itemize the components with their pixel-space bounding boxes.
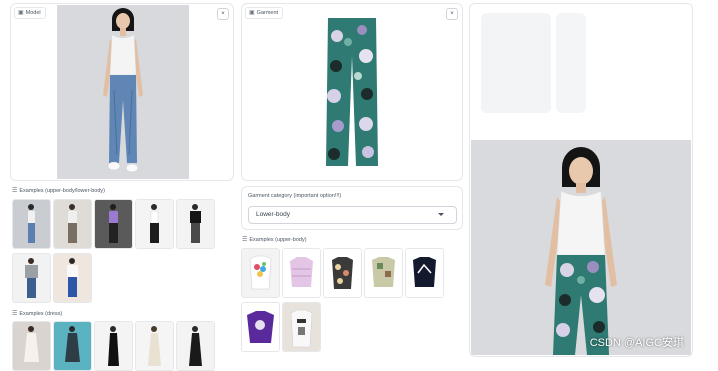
output-image-panel: ⤓ × CSDN @AIGC安琪 (469, 3, 693, 357)
garment-category-block: Garment category (important option!!!) L… (241, 186, 463, 230)
examples-upper-heading: ☰ Examples (upper-body) (242, 236, 307, 244)
model-photo (57, 5, 189, 179)
list-icon: ☰ (12, 188, 18, 194)
example-dress-2[interactable] (53, 321, 92, 371)
example-dress-2-image (54, 322, 91, 370)
example-dress-1-image (13, 322, 50, 370)
example-garment-2-image (283, 249, 320, 297)
example-model-4[interactable] (135, 199, 174, 249)
example-dress-4[interactable] (135, 321, 174, 371)
example-model-2[interactable] (53, 199, 92, 249)
example-model-6[interactable] (12, 253, 51, 303)
examples-upper-lower-label: Examples (upper-body/lower-body) (19, 187, 105, 194)
image-icon: ▣ (18, 10, 24, 16)
garment-clear-button[interactable]: × (446, 8, 458, 20)
garment-category-dropdown[interactable]: Lower-body (248, 206, 457, 224)
example-model-7[interactable] (53, 253, 92, 303)
example-garment-5-image (406, 249, 443, 297)
example-dress-4-image (136, 322, 173, 370)
example-garment-4-image (365, 249, 402, 297)
example-model-7-image (54, 254, 91, 302)
example-garment-6-image (242, 303, 279, 351)
example-model-5[interactable] (176, 199, 215, 249)
example-garment-2[interactable] (282, 248, 321, 298)
output-photo (471, 5, 691, 355)
example-dress-5-image (177, 322, 214, 370)
example-model-3[interactable] (94, 199, 133, 249)
example-garment-4[interactable] (364, 248, 403, 298)
examples-upper-lower-heading: ☰ Examples (upper-body/lower-body) (12, 187, 105, 195)
examples-dress-label: Examples (dress) (19, 310, 63, 317)
garment-category-value: Lower-body (256, 211, 290, 218)
model-image-panel[interactable]: ▣ Model × (10, 3, 234, 181)
image-icon: ▣ (249, 10, 255, 16)
example-garment-7[interactable] (282, 302, 321, 352)
example-garment-6[interactable] (241, 302, 280, 352)
example-garment-7-image (283, 303, 320, 351)
garment-image-panel[interactable]: ▣ Garment × (241, 3, 463, 181)
example-model-3-image (95, 200, 132, 248)
chevron-down-icon (438, 213, 444, 216)
model-clear-button[interactable]: × (217, 8, 229, 20)
list-icon: ☰ (12, 311, 18, 317)
example-dress-5[interactable] (176, 321, 215, 371)
example-garment-1-image (242, 249, 279, 297)
example-model-4-image (136, 200, 173, 248)
garment-category-label: Garment category (important option!!!) (248, 193, 342, 199)
example-garment-3-image (324, 249, 361, 297)
examples-upper-label: Examples (upper-body) (249, 236, 307, 243)
example-dress-3-image (95, 322, 132, 370)
watermark-text: CSDN @AIGC安琪 (589, 337, 684, 349)
example-model-2-image (54, 200, 91, 248)
example-garment-1[interactable] (241, 248, 280, 298)
example-garment-3[interactable] (323, 248, 362, 298)
garment-label-chip: ▣ Garment (245, 7, 284, 19)
garment-label: Garment (256, 10, 279, 16)
examples-dress-heading: ☰ Examples (dress) (12, 310, 63, 318)
example-garment-5[interactable] (405, 248, 444, 298)
garment-photo (326, 18, 378, 166)
example-model-1-image (13, 200, 50, 248)
example-model-5-image (177, 200, 214, 248)
example-dress-1[interactable] (12, 321, 51, 371)
example-dress-3[interactable] (94, 321, 133, 371)
model-label: Model (25, 10, 41, 16)
model-label-chip: ▣ Model (14, 7, 46, 19)
list-icon: ☰ (242, 237, 248, 243)
example-model-6-image (13, 254, 50, 302)
example-model-1[interactable] (12, 199, 51, 249)
